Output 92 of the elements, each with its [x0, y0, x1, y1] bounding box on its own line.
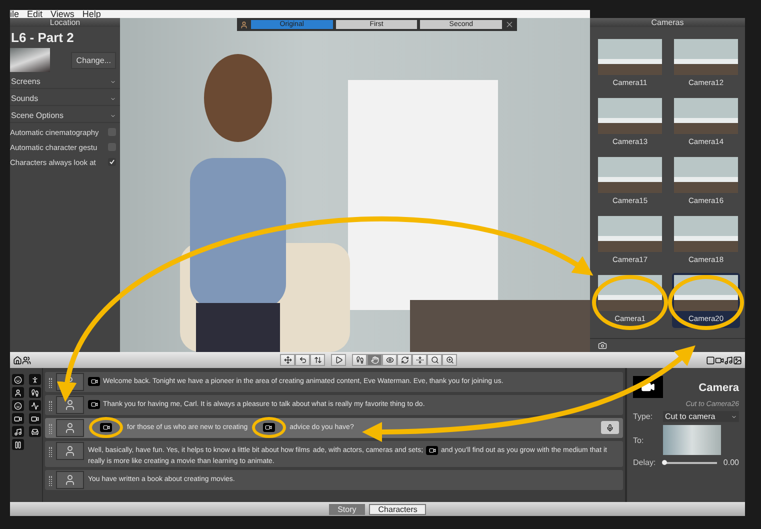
rotate-tool-button[interactable] [397, 354, 412, 366]
chevron-icon [110, 78, 116, 84]
photo-placeholder [663, 425, 721, 455]
hand-icon [370, 356, 378, 364]
eye-icon [386, 356, 394, 364]
video-camera-icon[interactable] [12, 413, 24, 424]
turn-tool-button[interactable] [295, 354, 310, 366]
height-tool-button[interactable] [412, 354, 427, 366]
camera-icon[interactable] [426, 446, 438, 455]
user-icon[interactable] [12, 387, 24, 398]
avatar-icon [56, 442, 84, 460]
slider-thumb[interactable] [662, 460, 668, 464]
camera-icon[interactable] [598, 341, 607, 350]
music-icon[interactable] [724, 356, 733, 364]
camera-icon[interactable] [100, 423, 112, 432]
walk-tool-button[interactable] [352, 354, 367, 366]
zoom-tool-button[interactable] [427, 354, 442, 366]
microphone-button[interactable] [601, 421, 619, 434]
field-label: To: [633, 436, 645, 444]
look-tool-button[interactable] [382, 354, 397, 366]
search-icon [430, 356, 438, 364]
panel-header: Location [10, 18, 120, 27]
avatar-icon [56, 419, 84, 437]
close-icon[interactable] [505, 20, 514, 29]
drag-handle-icon[interactable] [49, 424, 52, 434]
photo-placeholder [674, 216, 738, 252]
play-icon [334, 356, 342, 364]
drag-handle-icon[interactable] [49, 447, 52, 457]
chevron-icon [731, 414, 737, 420]
move-icon [284, 356, 292, 364]
location-thumbnail [10, 48, 50, 72]
camera-icon[interactable] [262, 423, 275, 432]
location-title: L6 - Part 2 [10, 30, 75, 45]
play-tool-button[interactable] [331, 354, 346, 366]
activity-icon[interactable] [29, 400, 41, 411]
microphone-icon [606, 424, 614, 432]
footprints-icon[interactable] [29, 387, 41, 398]
refresh-icon [400, 356, 408, 364]
avatar-icon [56, 396, 84, 414]
avatar-icon [56, 471, 84, 489]
music-icon[interactable] [12, 426, 24, 437]
undo-icon [298, 356, 306, 364]
photo-placeholder [598, 98, 662, 134]
story-tab[interactable]: Story [328, 504, 366, 514]
photo-placeholder [674, 157, 738, 193]
camera-icon[interactable] [88, 400, 100, 409]
zoomfit-tool-button[interactable] [442, 354, 457, 366]
story-tab[interactable]: Characters [369, 504, 426, 514]
camera-icon[interactable] [88, 377, 100, 386]
person-icon[interactable] [29, 374, 41, 385]
drag-handle-icon[interactable] [49, 378, 52, 388]
photo-placeholder [598, 39, 662, 75]
home-icon[interactable] [13, 356, 22, 364]
updown-tool-button[interactable] [310, 354, 325, 366]
video-camera-icon[interactable] [29, 413, 41, 424]
property-title: Camera [698, 382, 739, 394]
user-icon [240, 20, 248, 28]
script-row[interactable] [45, 441, 623, 467]
pause-icon[interactable] [12, 439, 24, 450]
fold-vertical-icon [416, 356, 424, 364]
checkbox[interactable] [108, 158, 116, 166]
point-tool-button[interactable] [367, 354, 382, 366]
chevron-icon [110, 96, 116, 102]
menu-item[interactable]: Views [50, 10, 74, 18]
footprints-icon [356, 356, 364, 364]
drag-handle-icon[interactable] [49, 401, 52, 411]
change-button[interactable]: Change... [71, 52, 116, 68]
image-icon[interactable] [733, 356, 742, 364]
delay-value: 0.00 [723, 458, 739, 467]
photo-placeholder [674, 39, 738, 75]
type-dropdown[interactable]: Cut to camera [663, 411, 739, 422]
move-tool-button[interactable] [280, 354, 295, 366]
chevron-icon [110, 112, 116, 118]
users-icon[interactable] [22, 356, 31, 364]
panel-header: Cameras [590, 18, 745, 27]
photo-placeholder [598, 275, 662, 311]
face-icon[interactable] [12, 374, 24, 385]
face-icon[interactable] [12, 400, 24, 411]
square-icon[interactable] [706, 356, 715, 364]
menu-item[interactable]: ile [10, 10, 20, 18]
drag-handle-icon[interactable] [49, 476, 52, 486]
video-camera-icon[interactable] [715, 356, 724, 364]
photo-placeholder [674, 98, 738, 134]
photo-placeholder [598, 157, 662, 193]
field-label: Type: [633, 412, 654, 421]
zoom-in-icon [446, 356, 454, 364]
up-down-arrows-icon [314, 356, 322, 364]
armchair-icon[interactable] [29, 426, 41, 437]
photo-placeholder [598, 216, 662, 252]
field-label: Delay: [633, 458, 657, 467]
menu-item[interactable]: Help [82, 10, 101, 18]
menu-item[interactable]: Edit [27, 10, 43, 18]
